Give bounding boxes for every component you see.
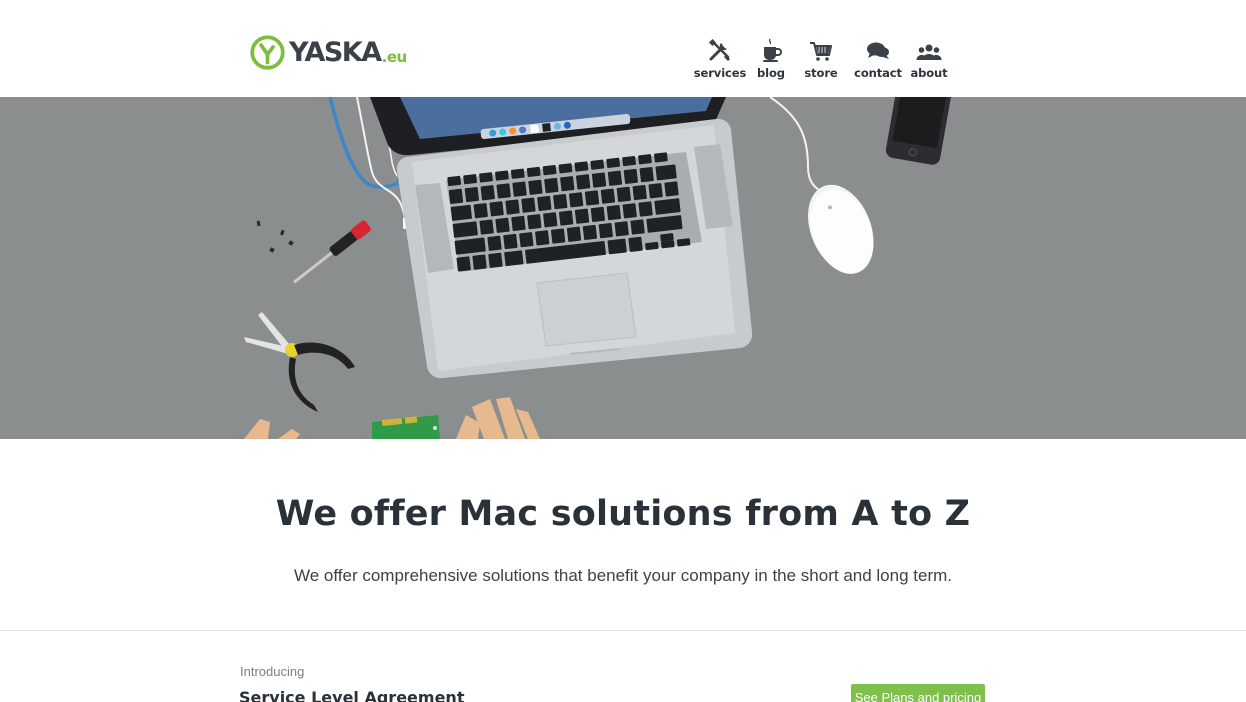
nav-label: store xyxy=(804,66,838,80)
sla-title: Service Level Agreement xyxy=(239,688,465,702)
nav-label: contact xyxy=(854,66,902,80)
macbook-repair-illustration xyxy=(244,97,956,439)
see-plans-button[interactable]: See Plans and pricing xyxy=(851,684,985,702)
nav-item-services[interactable]: services xyxy=(690,38,750,86)
page-headline: We offer Mac solutions from A to Z xyxy=(275,494,971,534)
nav-item-contact[interactable]: contact xyxy=(849,38,907,86)
nav-label: about xyxy=(910,66,948,80)
sla-intro-label: Introducing xyxy=(240,664,305,679)
nav-item-blog[interactable]: blog xyxy=(750,38,792,86)
section-divider xyxy=(0,630,1246,631)
site-header: YASKA .eu services blog store contact ab… xyxy=(0,0,1246,97)
coffee-cup-icon xyxy=(763,38,782,62)
nav-label: blog xyxy=(757,66,785,80)
page-subheadline: We offer comprehensive solutions that be… xyxy=(293,566,952,585)
hero-banner xyxy=(0,97,1246,439)
people-icon xyxy=(916,44,942,60)
logo[interactable]: YASKA .eu xyxy=(249,32,409,72)
cart-icon xyxy=(810,42,832,61)
logo-wordmark: YASKA xyxy=(289,36,382,68)
main-nav: services blog store contact about xyxy=(690,38,951,86)
logo-tld: .eu xyxy=(381,47,408,66)
logo-mark-icon xyxy=(250,34,285,70)
nav-item-store[interactable]: store xyxy=(796,38,846,86)
nav-item-about[interactable]: about xyxy=(907,38,951,86)
nav-label: services xyxy=(693,66,747,80)
tools-icon xyxy=(708,38,730,61)
chat-bubbles-icon xyxy=(867,42,889,59)
